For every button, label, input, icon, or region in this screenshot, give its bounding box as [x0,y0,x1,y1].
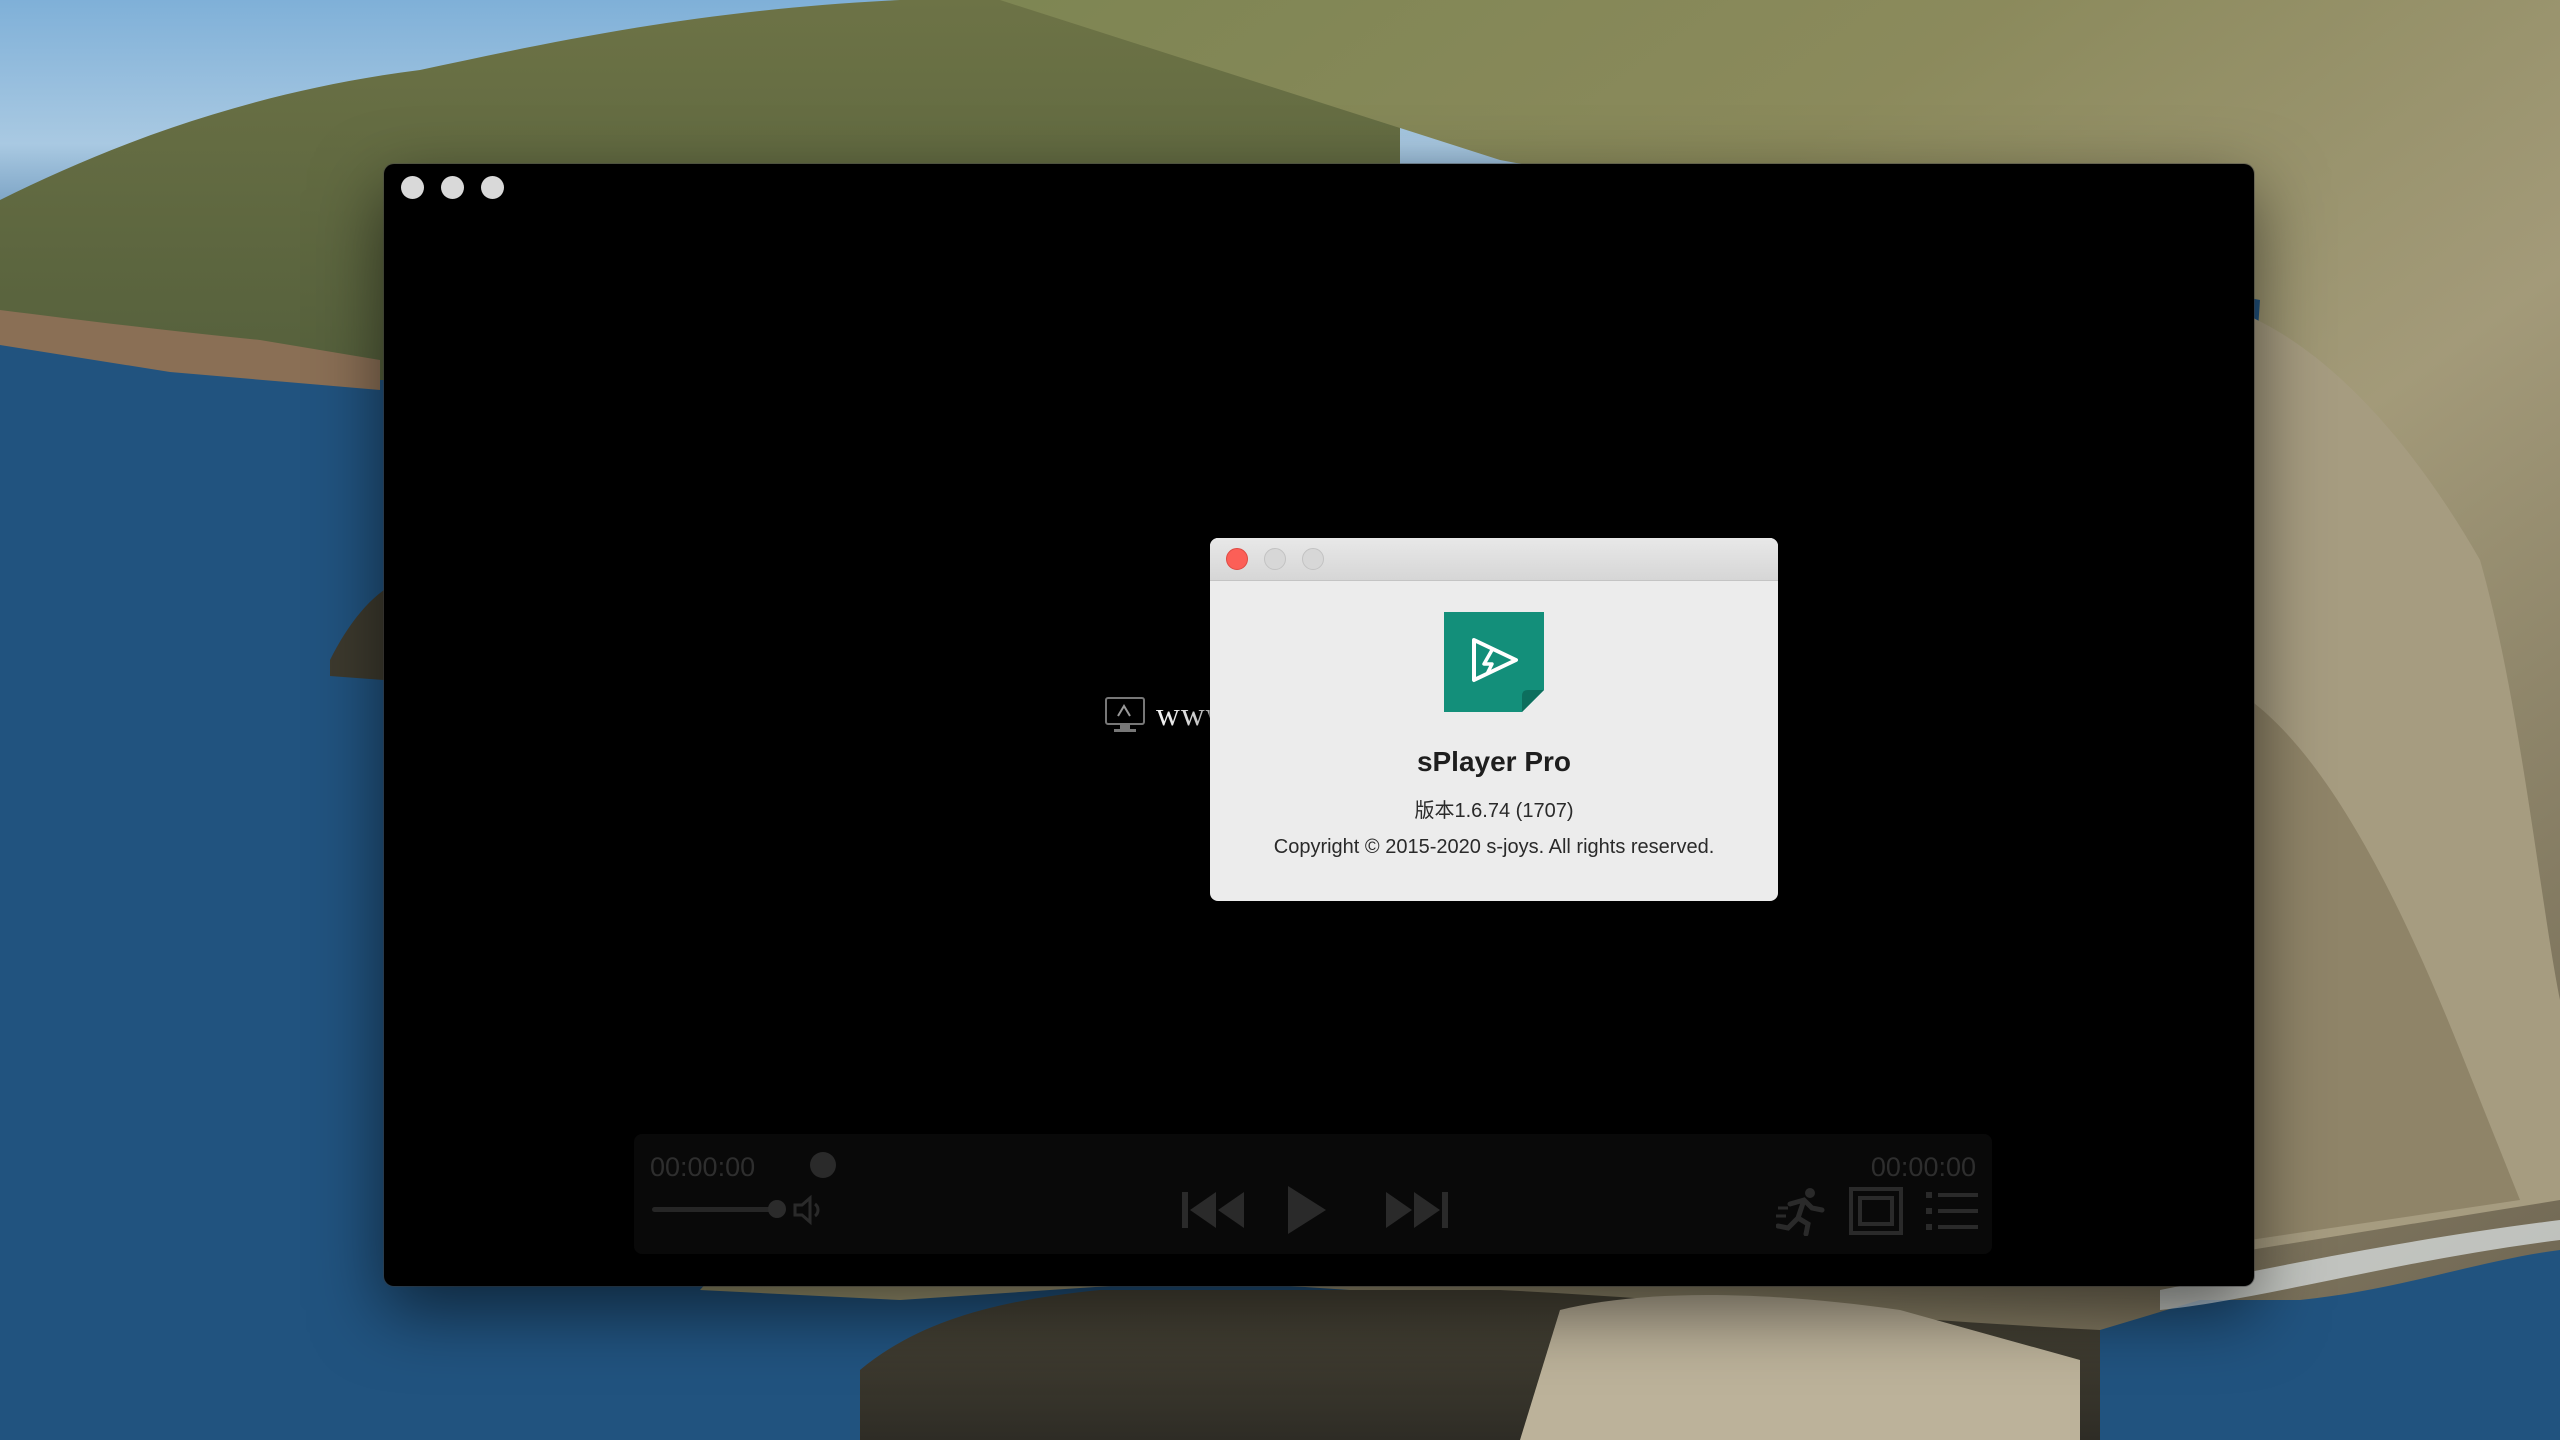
volume-knob[interactable] [768,1200,786,1218]
about-zoom-button [1302,548,1324,570]
app-copyright: Copyright © 2015-2020 s-joys. All rights… [1273,836,1715,858]
volume-icon[interactable] [792,1194,828,1226]
previous-icon[interactable] [1180,1188,1248,1232]
next-icon[interactable] [1382,1188,1450,1232]
watermark-monitor-icon [1105,697,1145,732]
volume-slider[interactable] [652,1207,776,1212]
running-man-icon[interactable] [1776,1186,1828,1236]
time-elapsed: 00:00:00 [650,1152,756,1182]
about-dialog: sPlayer Pro 版本1.6.74 (1707) Copyright © … [1210,538,1778,901]
close-button[interactable] [401,176,424,199]
playlist-icon[interactable] [1924,1186,1980,1236]
about-window-controls [1226,548,1324,570]
play-icon[interactable] [1284,1184,1328,1236]
seek-knob[interactable] [810,1152,836,1178]
player-window-controls [401,176,504,199]
fullscreen-icon[interactable] [1848,1186,1904,1236]
control-bar: 00:00:00 00:00:00 [634,1134,1992,1254]
time-total: 00:00:00 [1870,1152,1976,1182]
minimize-button[interactable] [441,176,464,199]
app-name: sPlayer Pro [1416,746,1572,777]
zoom-button[interactable] [481,176,504,199]
app-version: 版本1.6.74 (1707) [1414,800,1574,822]
about-minimize-button [1264,548,1286,570]
about-titlebar [1210,538,1778,581]
app-icon [1444,612,1544,712]
about-close-button[interactable] [1226,548,1248,570]
